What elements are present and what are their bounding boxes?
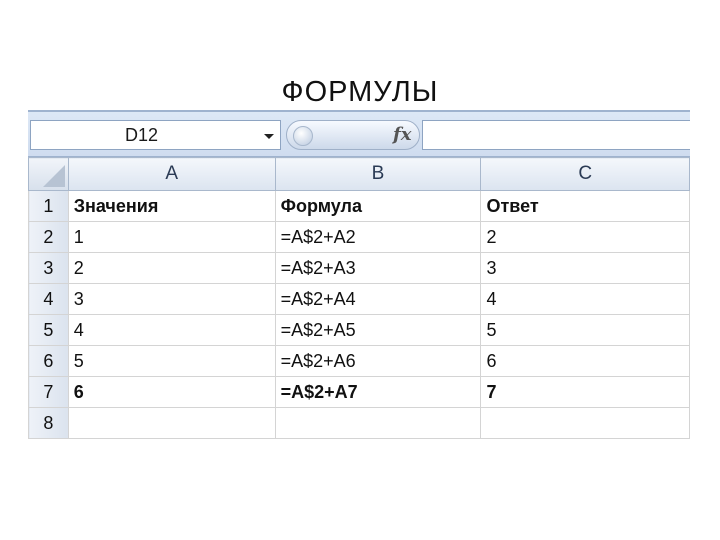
select-all-button[interactable] xyxy=(28,157,69,191)
cell-c4[interactable]: 4 xyxy=(480,283,690,315)
table-row: 4 3 =A$2+A4 4 xyxy=(28,283,690,315)
cell-a1[interactable]: Значения xyxy=(67,190,276,222)
table-row: 1 Значения Формула Ответ xyxy=(28,190,690,222)
cell-b5[interactable]: =A$2+A5 xyxy=(274,314,482,346)
row-header[interactable]: 4 xyxy=(28,283,69,315)
name-box[interactable]: D12 xyxy=(30,120,281,150)
table-row: 3 2 =A$2+A3 3 xyxy=(28,252,690,284)
cell-b6[interactable]: =A$2+A6 xyxy=(274,345,482,377)
insert-function-icon[interactable]: fx xyxy=(393,124,411,145)
column-header-c[interactable]: C xyxy=(480,157,690,191)
cell-a4[interactable]: 3 xyxy=(67,283,276,315)
worksheet-grid: A B C 1 Значения Формула Ответ 2 1 =A$2+… xyxy=(28,157,690,439)
table-row: 5 4 =A$2+A5 5 xyxy=(28,314,690,346)
row-header[interactable]: 3 xyxy=(28,252,69,284)
formula-controls: fx xyxy=(286,120,420,150)
cell-c8[interactable] xyxy=(480,407,690,439)
column-header-a[interactable]: A xyxy=(67,157,276,191)
formula-input[interactable] xyxy=(422,120,690,150)
column-header-b[interactable]: B xyxy=(274,157,482,191)
cell-c6[interactable]: 6 xyxy=(480,345,690,377)
spreadsheet-window: D12 fx A B C 1 Значения Формула Ответ 2 … xyxy=(28,110,690,450)
table-row: 6 5 =A$2+A6 6 xyxy=(28,345,690,377)
cell-b8[interactable] xyxy=(274,407,482,439)
formula-bar: D12 fx xyxy=(28,110,690,157)
table-row: 8 xyxy=(28,407,690,439)
cell-a5[interactable]: 4 xyxy=(67,314,276,346)
cell-c3[interactable]: 3 xyxy=(480,252,690,284)
cell-a2[interactable]: 1 xyxy=(67,221,276,253)
dropdown-arrow-icon[interactable] xyxy=(264,134,274,139)
column-header-row: A B C xyxy=(28,157,690,191)
cell-b2[interactable]: =A$2+A2 xyxy=(274,221,482,253)
row-header[interactable]: 1 xyxy=(28,190,69,222)
table-row: 2 1 =A$2+A2 2 xyxy=(28,221,690,253)
resize-handle-icon[interactable] xyxy=(293,126,313,146)
cell-b1[interactable]: Формула xyxy=(274,190,482,222)
table-row: 7 6 =A$2+A7 7 xyxy=(28,376,690,408)
cell-c2[interactable]: 2 xyxy=(480,221,690,253)
cell-b3[interactable]: =A$2+A3 xyxy=(274,252,482,284)
cell-b4[interactable]: =A$2+A4 xyxy=(274,283,482,315)
cell-a7[interactable]: 6 xyxy=(67,376,276,408)
cell-a6[interactable]: 5 xyxy=(67,345,276,377)
cell-a3[interactable]: 2 xyxy=(67,252,276,284)
row-header[interactable]: 8 xyxy=(28,407,69,439)
name-box-value: D12 xyxy=(125,125,159,145)
cell-c5[interactable]: 5 xyxy=(480,314,690,346)
slide-title: ФОРМУЛЫ xyxy=(281,76,439,108)
row-header[interactable]: 5 xyxy=(28,314,69,346)
row-header[interactable]: 2 xyxy=(28,221,69,253)
select-all-icon xyxy=(42,165,65,187)
cell-a8[interactable] xyxy=(67,407,276,439)
cell-c7[interactable]: 7 xyxy=(480,376,690,408)
cell-b7[interactable]: =A$2+A7 xyxy=(274,376,482,408)
row-header[interactable]: 6 xyxy=(28,345,69,377)
row-header[interactable]: 7 xyxy=(28,376,69,408)
cell-c1[interactable]: Ответ xyxy=(480,190,690,222)
